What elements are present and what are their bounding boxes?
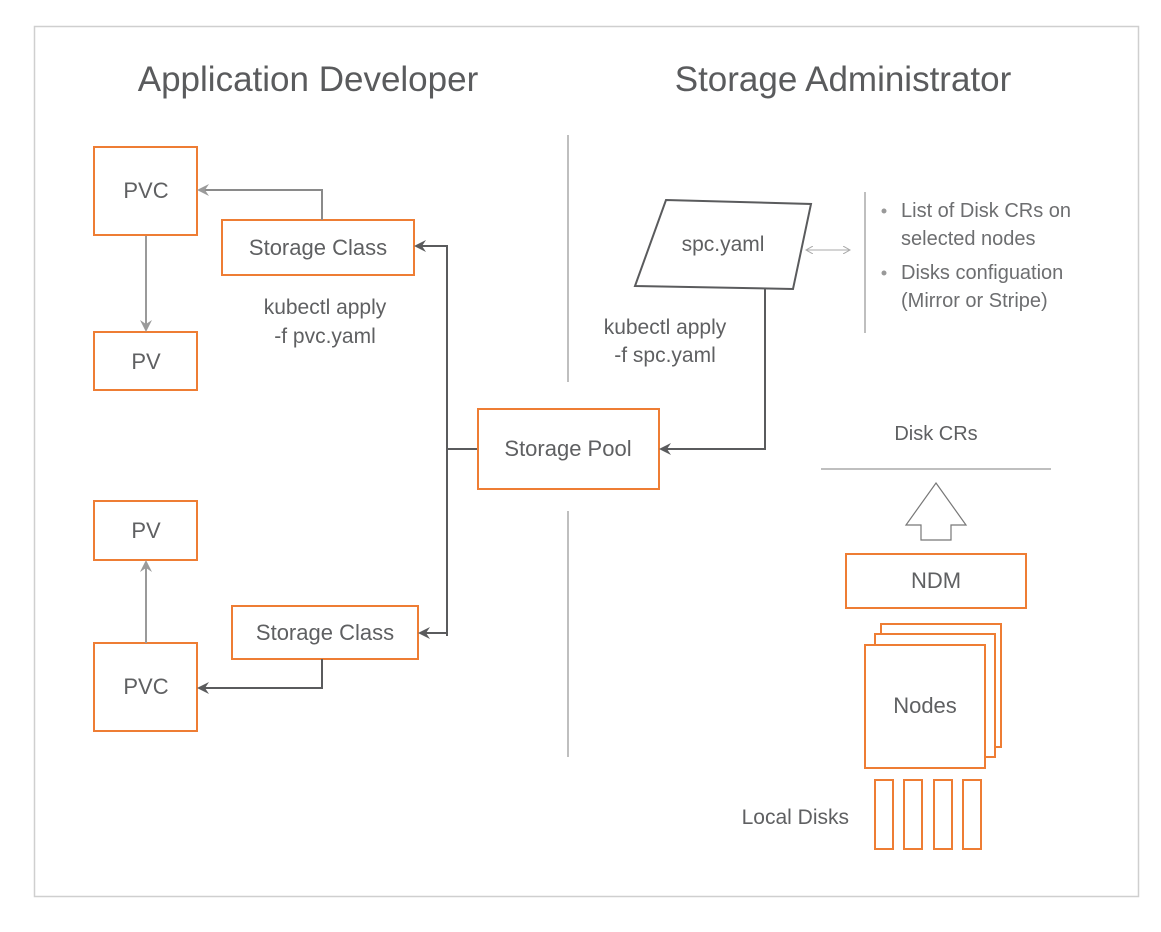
pv-box-top: PV xyxy=(93,331,198,391)
local-disks-label: Local Disks xyxy=(742,806,849,829)
storage-class-box-bottom: Storage Class xyxy=(231,605,419,660)
svg-text:PV: PV xyxy=(131,349,161,374)
cmd-spc-line2: -f spc.yaml xyxy=(614,344,716,367)
svg-text:PVC: PVC xyxy=(123,178,168,203)
cmd-pvc-line1: kubectl apply xyxy=(264,296,387,319)
title-application-developer: Application Developer xyxy=(138,60,479,99)
svg-text:selected nodes: selected nodes xyxy=(901,228,1036,250)
svg-text:Storage Class: Storage Class xyxy=(249,235,387,260)
arrow-storageclass-to-pvc xyxy=(197,184,323,220)
svg-text:Storage Class: Storage Class xyxy=(256,620,394,645)
note-item: Disks configuation (Mirror or Stripe) xyxy=(881,262,1063,312)
arrow-storageclass-to-pvc-bottom xyxy=(197,659,323,694)
storage-pool-box: Storage Pool xyxy=(477,408,660,490)
title-storage-administrator: Storage Administrator xyxy=(675,60,1012,99)
svg-text:PVC: PVC xyxy=(123,674,168,699)
local-disks xyxy=(874,779,982,850)
storage-class-box-top: Storage Class xyxy=(221,219,415,276)
svg-text:NDM: NDM xyxy=(911,568,961,593)
nodes-stack: Nodes xyxy=(864,623,1002,769)
note-item: List of Disk CRs on selected nodes xyxy=(881,200,1071,250)
pvc-box-top: PVC xyxy=(93,146,198,236)
svg-text:PV: PV xyxy=(131,518,161,543)
arrow-pool-to-storageclass-top xyxy=(414,240,448,636)
disk-crs-label: Disk CRs xyxy=(894,423,977,445)
svg-text:Disks configuation: Disks configuation xyxy=(901,262,1063,284)
hollow-up-arrow-icon xyxy=(904,481,968,541)
pvc-box-bottom: PVC xyxy=(93,642,198,732)
arrow-spc-to-pool xyxy=(659,289,766,455)
svg-text:spc.yaml: spc.yaml xyxy=(682,233,765,256)
pv-box-bottom: PV xyxy=(93,500,198,561)
spc-yaml-file: spc.yaml xyxy=(633,198,813,291)
cmd-spc-line1: kubectl apply xyxy=(604,316,727,339)
storage-diagram: Application Developer Storage Administra… xyxy=(33,25,1140,898)
cmd-pvc-line2: -f pvc.yaml xyxy=(274,325,376,348)
svg-text:(Mirror or Stripe): (Mirror or Stripe) xyxy=(901,290,1048,312)
ndm-box: NDM xyxy=(845,553,1027,609)
svg-text:List of Disk CRs on: List of Disk CRs on xyxy=(901,200,1071,222)
svg-text:Storage Pool: Storage Pool xyxy=(504,436,631,461)
svg-text:Nodes: Nodes xyxy=(893,693,957,718)
